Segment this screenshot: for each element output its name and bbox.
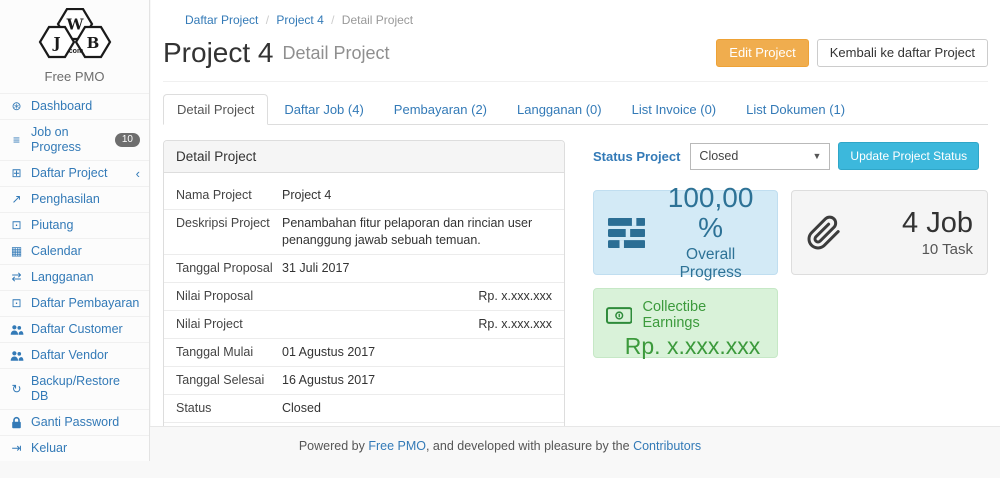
lock-icon bbox=[9, 415, 24, 430]
table-icon: ⊞ bbox=[9, 166, 24, 181]
status-select[interactable]: Closed ▼ bbox=[690, 143, 830, 170]
line-chart-icon: ↗ bbox=[9, 192, 24, 207]
earnings-caption: Collectibe Earnings bbox=[642, 299, 765, 331]
progress-caption: Overall Progress bbox=[658, 246, 763, 282]
svg-text:.com: .com bbox=[66, 48, 82, 55]
dashboard-icon: ⊛ bbox=[9, 99, 24, 114]
svg-text:J: J bbox=[51, 34, 60, 52]
status-column: Status Project Closed ▼ Update Project S… bbox=[593, 140, 988, 455]
sidebar-item-daftar-customer[interactable]: Daftar Customer bbox=[0, 316, 149, 342]
brand-name: Free PMO bbox=[0, 67, 149, 93]
page-title: Project 4 bbox=[163, 37, 274, 69]
tab-langganan[interactable]: Langganan (0) bbox=[503, 94, 616, 125]
earnings-value: Rp. x.xxx.xxx bbox=[606, 333, 765, 360]
main-content: Daftar Project / Project 4 / Detail Proj… bbox=[151, 0, 1000, 426]
update-status-button[interactable]: Update Project Status bbox=[838, 142, 979, 170]
progress-value: 100,00 % bbox=[658, 183, 763, 243]
sidebar-item-dashboard[interactable]: ⊛ Dashboard bbox=[0, 93, 149, 119]
breadcrumb-project-4[interactable]: Project 4 bbox=[276, 13, 323, 27]
page-subtitle: Detail Project bbox=[283, 43, 390, 64]
sidebar-item-daftar-project[interactable]: ⊞ Daftar Project ‹ bbox=[0, 160, 149, 186]
breadcrumb-separator: / bbox=[327, 13, 338, 27]
users-icon bbox=[9, 322, 24, 337]
sidebar-item-calendar[interactable]: ▦ Calendar bbox=[0, 238, 149, 264]
breadcrumb-current: Detail Project bbox=[342, 13, 413, 27]
page-header: Project 4 Detail Project Edit Project Ke… bbox=[163, 31, 988, 82]
sidebar-item-job-on-progress[interactable]: ≡ Job on Progress 10 bbox=[0, 119, 149, 160]
tab-daftar-job[interactable]: Daftar Job (4) bbox=[270, 94, 377, 125]
sidebar-item-penghasilan[interactable]: ↗ Penghasilan bbox=[0, 186, 149, 212]
sidebar-item-langganan[interactable]: ⇄ Langganan bbox=[0, 264, 149, 290]
sidebar-item-daftar-vendor[interactable]: Daftar Vendor bbox=[0, 342, 149, 368]
table-row: Nilai Proposal Rp. x.xxx.xxx bbox=[164, 282, 564, 310]
table-row: Status Closed bbox=[164, 394, 564, 422]
detail-table: Nama Project Project 4 Deskripsi Project… bbox=[164, 173, 564, 454]
content-columns: Detail Project Nama Project Project 4 De… bbox=[163, 140, 988, 455]
table-row: Nama Project Project 4 bbox=[164, 182, 564, 209]
sidebar-item-backup-restore[interactable]: ↻ Backup/Restore DB bbox=[0, 368, 149, 409]
calendar-icon: ▦ bbox=[9, 244, 24, 259]
collectible-earnings-box: Collectibe Earnings Rp. x.xxx.xxx bbox=[593, 288, 778, 358]
panel-title: Detail Project bbox=[164, 141, 564, 173]
tab-list-dokumen[interactable]: List Dokumen (1) bbox=[732, 94, 859, 125]
tab-list-invoice[interactable]: List Invoice (0) bbox=[618, 94, 731, 125]
table-row: Nilai Project Rp. x.xxx.xxx bbox=[164, 310, 564, 338]
sidebar-item-ganti-password[interactable]: Ganti Password bbox=[0, 409, 149, 435]
contributors-link[interactable]: Contributors bbox=[633, 439, 701, 453]
jwb-logo-icon: W J B .com bbox=[29, 8, 121, 60]
detail-column: Detail Project Nama Project Project 4 De… bbox=[163, 140, 565, 455]
money-icon: ⊡ bbox=[9, 218, 24, 233]
page: W J B .com Free PMO ⊛ Dashboard ≡ Job on… bbox=[0, 0, 1000, 478]
tasks-icon bbox=[608, 216, 645, 250]
sidebar: W J B .com Free PMO ⊛ Dashboard ≡ Job on… bbox=[0, 0, 150, 461]
exchange-icon: ⇄ bbox=[9, 270, 24, 285]
bars-icon: ≡ bbox=[9, 133, 24, 148]
stat-boxes: 100,00 % Overall Progress 4 Job 10 Task bbox=[593, 190, 988, 275]
tab-bar: Detail Project Daftar Job (4) Pembayaran… bbox=[163, 94, 988, 125]
job-count-box: 4 Job 10 Task bbox=[791, 190, 988, 275]
breadcrumb-daftar-project[interactable]: Daftar Project bbox=[185, 13, 258, 27]
jwb-logo: W J B .com bbox=[0, 0, 149, 67]
tab-detail-project[interactable]: Detail Project bbox=[163, 94, 268, 125]
sign-out-icon: ⇥ bbox=[9, 441, 24, 456]
chevron-left-icon: ‹ bbox=[136, 166, 140, 181]
sidebar-item-keluar[interactable]: ⇥ Keluar bbox=[0, 435, 149, 461]
table-row: Deskripsi Project Penambahan fitur pelap… bbox=[164, 209, 564, 254]
svg-text:B: B bbox=[86, 34, 99, 52]
status-project-label: Status Project bbox=[593, 149, 680, 164]
tab-pembayaran[interactable]: Pembayaran (2) bbox=[380, 94, 501, 125]
status-row: Status Project Closed ▼ Update Project S… bbox=[593, 142, 988, 170]
table-row: Tanggal Mulai 01 Agustus 2017 bbox=[164, 338, 564, 366]
free-pmo-link[interactable]: Free PMO bbox=[368, 439, 426, 453]
back-to-list-button[interactable]: Kembali ke daftar Project bbox=[817, 39, 988, 67]
edit-project-button[interactable]: Edit Project bbox=[716, 39, 808, 67]
table-row: Tanggal Proposal 31 Juli 2017 bbox=[164, 254, 564, 282]
detail-project-panel: Detail Project Nama Project Project 4 De… bbox=[163, 140, 565, 455]
banknote-icon bbox=[606, 307, 632, 324]
task-count-value: 10 Task bbox=[902, 241, 973, 258]
sidebar-item-piutang[interactable]: ⊡ Piutang bbox=[0, 212, 149, 238]
header-buttons: Edit Project Kembali ke daftar Project bbox=[716, 39, 988, 67]
paperclip-icon bbox=[806, 215, 842, 251]
breadcrumb-separator: / bbox=[262, 13, 273, 27]
money-icon: ⊡ bbox=[9, 296, 24, 311]
footer: Powered by Free PMO, and developed with … bbox=[0, 426, 1000, 478]
users-icon bbox=[9, 348, 24, 363]
sidebar-item-daftar-pembayaran[interactable]: ⊡ Daftar Pembayaran bbox=[0, 290, 149, 316]
refresh-icon: ↻ bbox=[9, 382, 24, 397]
overall-progress-box: 100,00 % Overall Progress bbox=[593, 190, 778, 275]
caret-down-icon: ▼ bbox=[813, 151, 822, 161]
breadcrumb: Daftar Project / Project 4 / Detail Proj… bbox=[163, 0, 988, 29]
job-count-value: 4 Job bbox=[902, 208, 973, 239]
job-count-badge: 10 bbox=[115, 133, 140, 147]
table-row: Tanggal Selesai 16 Agustus 2017 bbox=[164, 366, 564, 394]
